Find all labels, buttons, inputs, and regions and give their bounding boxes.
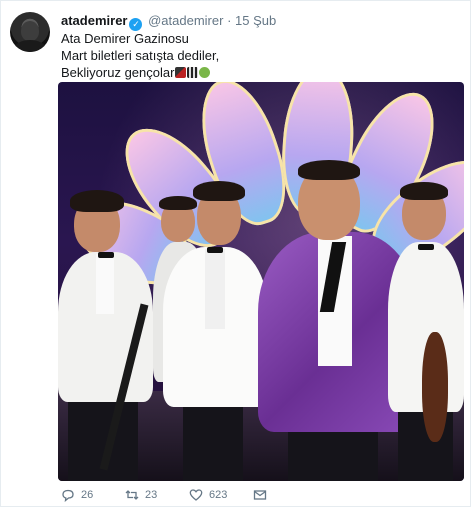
- retweet-button[interactable]: 23: [125, 488, 157, 502]
- musician-clarinet: [58, 162, 158, 481]
- author-handle[interactable]: @atademirer: [148, 13, 223, 28]
- author-name[interactable]: atademirer: [61, 13, 127, 28]
- tweet-line-1: Ata Demirer Gazinosu: [61, 31, 189, 46]
- retweet-count: 23: [145, 489, 158, 501]
- mail-icon: [253, 490, 267, 500]
- singer-white-jacket: [153, 177, 273, 481]
- separator-dot: ·: [227, 13, 232, 28]
- tweet-timestamp[interactable]: 15 Şub: [235, 13, 276, 28]
- direct-message-button[interactable]: [253, 488, 267, 502]
- musical-score-emoji-icon: [187, 67, 199, 78]
- like-count: 623: [209, 489, 228, 501]
- saxophone-emoji-icon: [175, 67, 187, 78]
- reply-count: 26: [81, 489, 94, 501]
- tweet-line-2: Mart biletleri satışta dediler,: [61, 48, 220, 63]
- heart-icon: [189, 489, 203, 501]
- like-button[interactable]: 623: [189, 488, 227, 502]
- retweet-icon: [125, 490, 139, 500]
- tweet-text: Ata Demirer Gazinosu Mart biletleri satı…: [61, 30, 219, 81]
- avatar-shoulders: [14, 40, 46, 52]
- avatar[interactable]: [10, 12, 50, 52]
- avatar-face: [21, 21, 39, 41]
- performing-arts-emoji-icon: [199, 67, 211, 78]
- tweet-header: atademirer ✓ @atademirer · 15 Şub: [61, 13, 276, 31]
- tweet-card[interactable]: atademirer ✓ @atademirer · 15 Şub Ata Dem…: [0, 0, 471, 507]
- reply-button[interactable]: 26: [61, 488, 93, 502]
- reply-icon: [62, 489, 74, 502]
- musician-violin: [388, 182, 464, 481]
- tweet-line-3: Bekliyoruz gençolar: [61, 65, 175, 80]
- tweet-photo[interactable]: [58, 82, 464, 481]
- tweet-actions: 26 23 623: [61, 488, 461, 506]
